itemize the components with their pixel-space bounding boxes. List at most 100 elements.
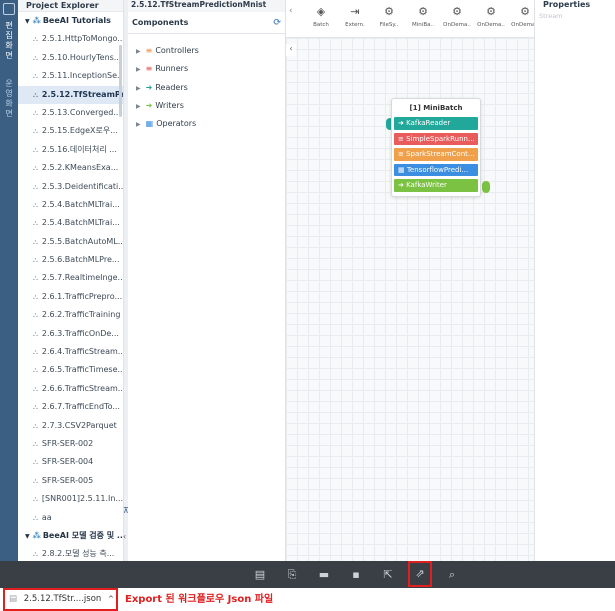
tree-item-label: 2.7.3.CSV2Parquet — [41, 420, 117, 430]
expand-caret-icon[interactable]: ▶ — [136, 48, 141, 55]
properties-tab-stream[interactable]: Stream — [535, 12, 615, 20]
component-writers[interactable]: ▶ ➜ Writers — [128, 97, 285, 115]
tree-item-workflow[interactable]: ⛬ 2.6.5.TrafficTimese... — [18, 361, 123, 379]
tree-item-workflow[interactable]: ⛬ 2.5.6.BatchMLPre... — [18, 251, 123, 269]
tensorflow-predictor-icon: ▦ — [398, 165, 407, 174]
tree-item-label: SFR-SER-002 — [41, 438, 94, 448]
tree-item-workflow[interactable]: ⛬ 2.5.7.RealtimeInge... — [18, 269, 123, 287]
component-operators[interactable]: ▶ ▦ Operators — [128, 115, 285, 133]
collapse-left-icon[interactable]: ‹ — [123, 532, 126, 541]
workflow-icon: ⛬ — [33, 145, 38, 154]
workflow-icon: ⛬ — [33, 366, 38, 375]
tree-item-label: 2.6.5.TrafficTimese... — [41, 365, 123, 375]
tree-item-workflow[interactable]: ⛬ 2.7.3.CSV2Parquet — [18, 417, 123, 435]
expand-caret-icon[interactable]: ▶ — [136, 66, 141, 73]
folder-button[interactable]: ▬ — [314, 561, 334, 588]
tree-item-workflow[interactable]: ⛬ 2.5.3.Deidentificati... — [18, 178, 123, 196]
tree-item-workflow[interactable]: ⛬ 2.5.13.Converged... — [18, 104, 123, 122]
tree-item-label: 2.5.6.BatchMLPre... — [41, 255, 120, 265]
tree-item-workflow[interactable]: ⛬ 2.5.16.데이터처리 ... — [18, 141, 123, 159]
workflow-icon: ⛬ — [33, 458, 38, 467]
export-json-button[interactable]: ⇗ — [408, 561, 432, 587]
node-simple-spark-runner[interactable]: ≡ SimpleSparkRunn... — [394, 132, 478, 145]
tool-ondemand-1[interactable]: ⚙ OnDema.. — [442, 2, 472, 28]
tree-item-workflow[interactable]: ⛬ 2.8.2.모델 성능 측... — [18, 545, 123, 561]
search-button[interactable]: ⌕ — [442, 561, 462, 588]
node-output-port[interactable] — [482, 181, 490, 193]
mode-edit[interactable]: 편집화면 — [0, 19, 18, 63]
mode-operate[interactable]: 운영화면 — [0, 77, 18, 121]
tree-item-workflow[interactable]: ⛬ 2.6.6.TrafficStream... — [18, 380, 123, 398]
app-root: 편집화면운영화면 Project Explorer ▼ ⁂ BeeAI Tutori… — [0, 0, 615, 611]
tree-item-label: SFR-SER-005 — [41, 475, 94, 485]
tree-item-workflow[interactable]: ⛬ 2.5.15.EdgeX로우... — [18, 122, 123, 140]
explorer-scrollbar[interactable] — [119, 45, 122, 117]
tool-filesystem[interactable]: ⚙ FileSy.. — [374, 2, 404, 28]
tree-item-label: [SNR001]2.5.11.In... — [41, 494, 123, 504]
tree-item-workflow[interactable]: ⛬ SFR-SER-004 — [18, 453, 123, 471]
tool-external[interactable]: ⇥ Extern. — [340, 2, 370, 28]
tree-item-label: 2.5.15.EdgeX로우... — [41, 126, 118, 136]
tree-item-workflow[interactable]: ⛬ 2.6.4.TrafficStream... — [18, 343, 123, 361]
workflow-icon: ⛬ — [33, 384, 38, 393]
component-label: Writers — [155, 100, 184, 110]
save-button[interactable]: ▪ — [346, 561, 366, 588]
download-menu-icon[interactable]: ^ — [108, 595, 114, 603]
tree-item-workflow[interactable]: ⛬ 2.5.5.BatchAutoML... — [18, 233, 123, 251]
kafka-reader-icon: ➜ — [398, 119, 407, 127]
tree-item-workflow[interactable]: ⛬ 2.5.4.BatchMLTrai... — [18, 196, 123, 214]
copy-workflow-button[interactable]: ⎘ — [282, 561, 302, 588]
tree-item-workflow[interactable]: ⛬ 2.6.3.TrafficOnDe... — [18, 325, 123, 343]
tree-item-workflow[interactable]: ⛬ 2.5.2.KMeansExa... — [18, 159, 123, 177]
tree-item-workflow[interactable]: ⛬ aa — [18, 509, 123, 527]
workflow-tab[interactable]: 2.5.12.TfStreamPredictionMnist — [128, 0, 285, 12]
tree-group[interactable]: ▼ ⁂ BeeAI Tutorials — [18, 12, 123, 30]
tree-item-workflow[interactable]: ⛬ [SNR001]2.5.11.In... — [18, 490, 123, 508]
node-title: [1] MiniBatch — [409, 104, 463, 112]
tree-item-workflow[interactable]: ⛬ 2.6.2.TrafficTraining — [18, 306, 123, 324]
tree-item-workflow[interactable]: ⛬ 2.6.1.TrafficPrepro... — [18, 288, 123, 306]
tool-label: MiniBa.. — [412, 22, 434, 28]
workflow-icon: ⛬ — [33, 329, 38, 338]
node-kafka-writer[interactable]: ➜ KafkaWriter — [394, 179, 478, 192]
tool-ondemand-2[interactable]: ⚙ OnDema.. — [476, 2, 506, 28]
controllers-icon: ≡ — [145, 46, 153, 55]
minibatch-node[interactable]: [1] MiniBatch ➜ KafkaReader ≡ SimpleSpark… — [391, 98, 481, 197]
mode-operate-char: 영 — [5, 89, 13, 98]
refresh-icon[interactable]: ⟳ — [273, 12, 281, 34]
open-workflow-button[interactable]: ▤ — [250, 561, 270, 588]
download-item[interactable]: ▤ 2.5.12.TfStr....json ^ — [3, 588, 118, 611]
workflow-icon: ⛬ — [33, 403, 38, 412]
expand-caret-icon[interactable]: ▶ — [136, 121, 141, 128]
tree-item-workflow[interactable]: ⛬2.5.12.TfStreamPre... — [18, 85, 123, 104]
project-tree: ▼ ⁂ BeeAI Tutorials ⛬ 2.5.1.HttpToMongo... ⛬ 2… — [18, 12, 123, 561]
tool-minibatch[interactable]: ⚙ MiniBa.. — [408, 2, 438, 28]
node-kafka-reader[interactable]: ➜ KafkaReader — [394, 117, 478, 130]
node-spark-stream-controller[interactable]: ≡ SparkStreamCont... — [394, 148, 478, 161]
workflow-icon: ⛬ — [33, 127, 38, 136]
tree-group[interactable]: ▼ ⁂ BeeAI 모델 검증 및 ... — [18, 527, 123, 545]
toolbar-prev-icon[interactable]: ‹ — [289, 6, 293, 16]
workflow-icon: ⛬ — [33, 476, 38, 485]
tool-batch[interactable]: ◈ Batch — [306, 2, 336, 28]
expand-caret-icon[interactable]: ▼ — [25, 533, 30, 540]
tree-item-workflow[interactable]: ⛬ SFR-SER-005 — [18, 472, 123, 490]
tree-item-workflow[interactable]: ⛬ 2.6.7.TrafficEndTo... — [18, 398, 123, 416]
tree-item-workflow[interactable]: ⛬ 2.5.11.InceptionSe... — [18, 67, 123, 85]
collapse-components-icon[interactable]: ‹ — [286, 44, 296, 56]
component-runners[interactable]: ▶ ≡ Runners — [128, 60, 285, 78]
tree-item-workflow[interactable]: ⛬ 2.5.1.HttpToMongo... — [18, 30, 123, 48]
component-controllers[interactable]: ▶ ≡ Controllers — [128, 42, 285, 60]
component-readers[interactable]: ▶ ➜ Readers — [128, 79, 285, 97]
edit-mode-icon[interactable] — [3, 3, 15, 15]
tree-item-workflow[interactable]: ⛬ SFR-SER-002 — [18, 435, 123, 453]
import-button[interactable]: ⇱ — [378, 561, 398, 588]
expand-caret-icon[interactable]: ▶ — [136, 85, 141, 92]
expand-caret-icon[interactable]: ▼ — [25, 18, 30, 25]
tree-item-workflow[interactable]: ⛬ 2.5.10.HourlyTens... — [18, 49, 123, 67]
tree-item-workflow[interactable]: ⛬ 2.5.4.BatchMLTrai... — [18, 214, 123, 232]
node-tensorflow-predictor[interactable]: ▦ TensorflowPredi... — [394, 163, 478, 176]
expand-caret-icon[interactable]: ▶ — [136, 103, 141, 110]
components-title: Components — [132, 18, 189, 27]
components-panel: 2.5.12.TfStreamPredictionMnist Component… — [128, 0, 286, 561]
